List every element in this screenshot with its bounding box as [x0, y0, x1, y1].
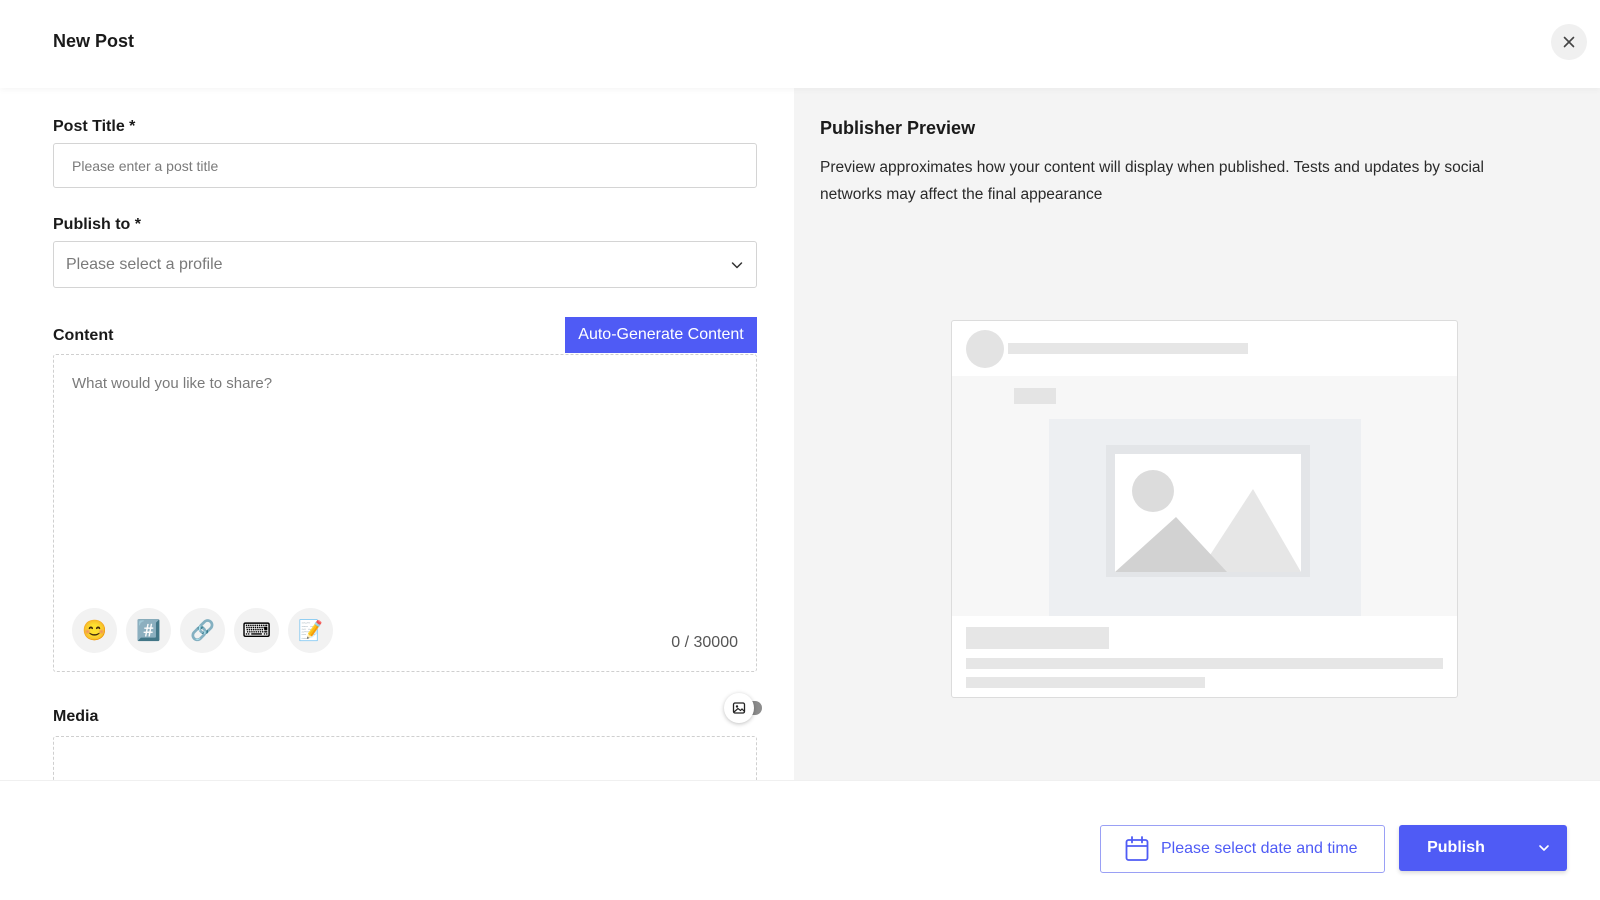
preview-body — [952, 376, 1457, 616]
avatar-placeholder — [966, 330, 1004, 368]
hashtag-button[interactable]: #️⃣ — [126, 608, 171, 653]
chevron-down-icon — [1539, 845, 1549, 851]
schedule-date-button[interactable]: Please select date and time — [1100, 825, 1385, 873]
image-icon — [732, 702, 746, 714]
close-icon — [1563, 36, 1575, 48]
modal-header: New Post — [0, 0, 1600, 88]
headline-placeholder — [966, 627, 1109, 649]
content-textarea[interactable] — [72, 375, 732, 575]
emoji-icon: 😊 — [82, 620, 107, 642]
typewriter-icon: ⌨ — [242, 620, 271, 642]
modal-footer: Please select date and time Publish — [0, 780, 1600, 900]
profile-select-placeholder: Please select a profile — [66, 255, 223, 273]
text-line-placeholder — [966, 658, 1443, 669]
publish-to-label: Publish to * — [53, 216, 141, 233]
preview-panel: Publisher Preview Preview approximates h… — [794, 88, 1600, 780]
auto-generate-content-button[interactable]: Auto-Generate Content — [565, 317, 757, 353]
media-dropzone[interactable] — [53, 736, 757, 780]
text-line-placeholder — [966, 677, 1205, 688]
hashtag-icon: #️⃣ — [136, 620, 161, 642]
content-label: Content — [53, 327, 114, 344]
post-title-label: Post Title * — [53, 118, 136, 135]
post-title-input[interactable] — [53, 143, 757, 188]
link-icon: 🔗 — [190, 620, 215, 642]
media-label: Media — [53, 708, 99, 725]
preview-title: Publisher Preview — [820, 118, 976, 138]
publish-button[interactable]: Publish — [1399, 825, 1521, 871]
link-button[interactable]: 🔗 — [180, 608, 225, 653]
close-button[interactable] — [1551, 24, 1587, 60]
ai-writer-button[interactable]: ⌨ — [234, 608, 279, 653]
post-preview-card — [951, 320, 1458, 698]
image-placeholder — [1049, 419, 1361, 616]
calendar-icon — [1125, 836, 1149, 861]
page-title: New Post — [53, 31, 135, 51]
emoji-button[interactable]: 😊 — [72, 608, 117, 653]
landscape-image-icon — [1106, 445, 1310, 577]
memo-icon: 📝 — [298, 620, 323, 642]
publish-options-button[interactable] — [1521, 825, 1567, 871]
profile-select[interactable]: Please select a profile — [53, 241, 757, 288]
content-editor: 😊 #️⃣ 🔗 ⌨ 📝 0 / 30000 — [53, 354, 757, 672]
memo-button[interactable]: 📝 — [288, 608, 333, 653]
preview-description: Preview approximates how your content wi… — [820, 159, 1484, 203]
toggle-knob — [724, 693, 754, 723]
media-toggle[interactable] — [724, 693, 768, 723]
chevron-down-icon — [731, 261, 743, 268]
schedule-date-label: Please select date and time — [1161, 840, 1358, 857]
character-counter: 0 / 30000 — [671, 634, 738, 651]
text-placeholder — [1014, 388, 1056, 404]
name-placeholder — [1008, 343, 1248, 354]
publish-split-button: Publish — [1399, 825, 1567, 871]
post-form-panel: Post Title * Publish to * Please select … — [0, 88, 794, 780]
